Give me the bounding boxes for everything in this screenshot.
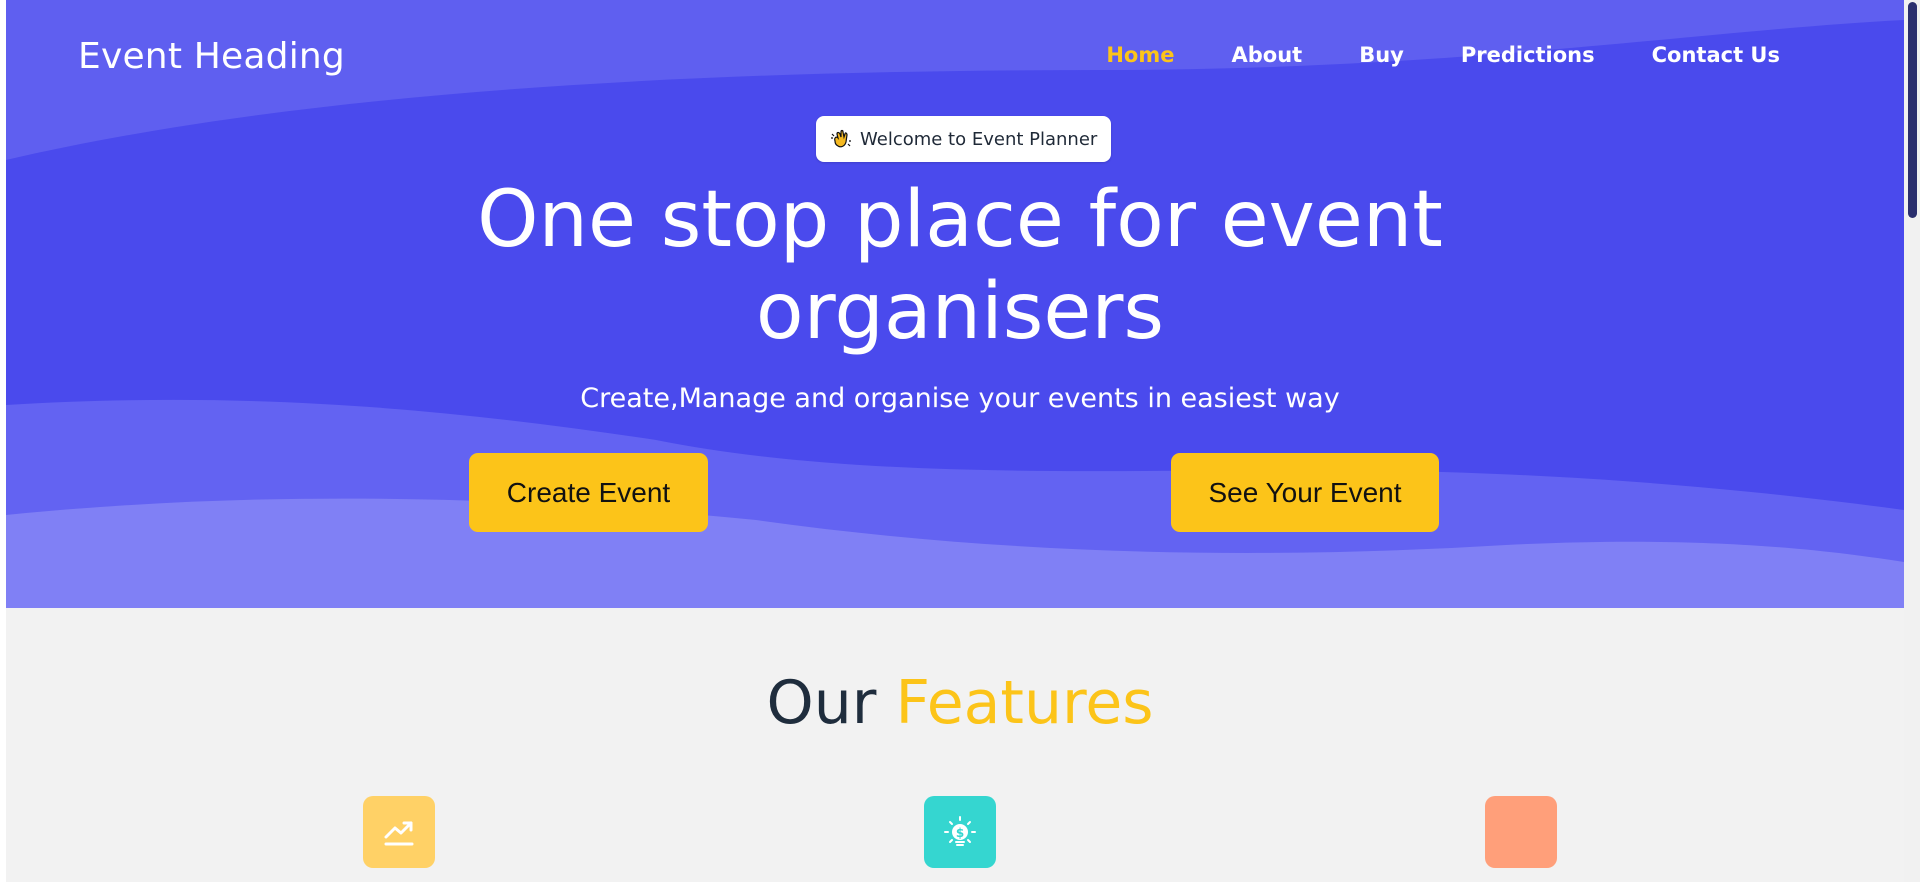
see-your-event-button[interactable]: See Your Event bbox=[1171, 453, 1439, 532]
welcome-badge: Welcome to Event Planner bbox=[816, 116, 1112, 162]
nav-item-home[interactable]: Home bbox=[1106, 40, 1174, 70]
nav-item-about[interactable]: About bbox=[1231, 40, 1302, 70]
nav-item-contact-us[interactable]: Contact Us bbox=[1652, 40, 1780, 70]
features-title-part2: Features bbox=[895, 668, 1154, 738]
vertical-scrollbar[interactable] bbox=[1904, 0, 1920, 882]
page-viewport: Event Heading Home About Buy Predictions… bbox=[6, 0, 1904, 882]
feature-card-2-icon: $ bbox=[924, 796, 996, 868]
hero-subheadline: Create,Manage and organise your events i… bbox=[580, 383, 1340, 414]
lightbulb-dollar-icon: $ bbox=[944, 816, 976, 846]
welcome-badge-text: Welcome to Event Planner bbox=[860, 128, 1098, 150]
brand-logo[interactable]: Event Heading bbox=[78, 36, 345, 77]
hero-headline: One stop place for event organisers bbox=[6, 174, 1904, 358]
feature-card-1-icon bbox=[363, 796, 435, 868]
create-event-button[interactable]: Create Event bbox=[469, 453, 708, 532]
features-title: Our Features bbox=[6, 668, 1904, 738]
svg-text:$: $ bbox=[956, 826, 964, 840]
waving-hand-icon bbox=[830, 128, 852, 150]
feature-card-3-icon bbox=[1485, 796, 1557, 868]
hero-section: Event Heading Home About Buy Predictions… bbox=[6, 0, 1904, 608]
features-title-part1: Our bbox=[766, 668, 877, 738]
hero-headline-line1: One stop place for event bbox=[477, 175, 1443, 265]
nav-item-buy[interactable]: Buy bbox=[1359, 40, 1404, 70]
scrollbar-thumb[interactable] bbox=[1908, 2, 1917, 218]
trending-up-icon bbox=[384, 821, 414, 846]
nav-item-predictions[interactable]: Predictions bbox=[1461, 40, 1595, 70]
hero-headline-line2: organisers bbox=[755, 267, 1165, 357]
main-nav: Home About Buy Predictions Contact Us bbox=[1049, 40, 1780, 70]
